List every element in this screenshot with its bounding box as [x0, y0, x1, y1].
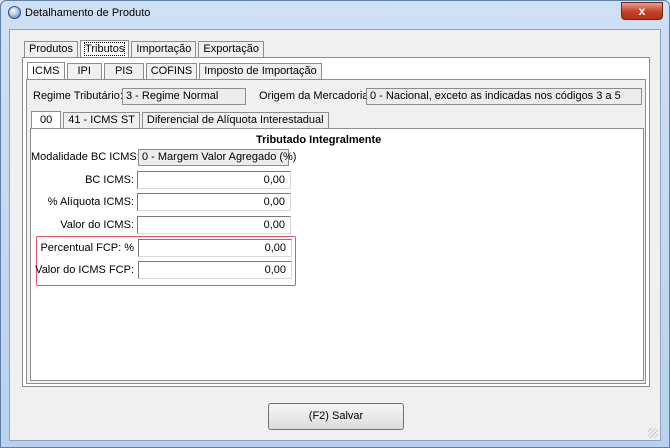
valor-fcp-input[interactable]: 0,00 — [138, 261, 292, 279]
bc-icms-input[interactable]: 0,00 — [137, 171, 291, 189]
tab-imposto-importacao[interactable]: Imposto de Importação — [199, 63, 322, 80]
tab-ipi[interactable]: IPI — [66, 63, 102, 80]
tab-label: Produtos — [29, 43, 74, 55]
tab-label: Imposto de Importação — [204, 65, 317, 77]
tax-tab-strip: ICMS IPI PIS COFINS Imposto de Importaçã… — [27, 61, 324, 81]
bc-icms-label: BC ICMS: — [85, 174, 134, 186]
tab-label: Exportação — [203, 43, 260, 55]
cst-00-panel: Tributado Integralmente Modalidade BC IC… — [30, 128, 644, 381]
tab-importacao[interactable]: Importação — [131, 41, 197, 58]
origem-field: 0 - Nacional, exceto as indicadas nos có… — [366, 88, 642, 105]
resize-grip[interactable] — [648, 428, 658, 438]
product-detail-window: Detalhamento de Produto x Produtos Tribu… — [0, 0, 670, 448]
tab-cofins[interactable]: COFINS — [145, 63, 198, 80]
tab-label: PIS — [114, 65, 133, 77]
tab-label: Tributos — [84, 42, 126, 56]
origem-label: Origem da Mercadoria: — [259, 90, 372, 102]
percentual-fcp-label: Percentual FCP: % — [40, 242, 134, 254]
tab-exportacao[interactable]: Exportação — [198, 41, 265, 58]
cst-tab-strip: 00 41 - ICMS ST Diferencial de Alíquota … — [31, 110, 331, 130]
tab-label: 41 - ICMS ST — [68, 114, 135, 126]
section-title: Tributado Integralmente — [256, 134, 382, 146]
tab-label: Importação — [136, 43, 192, 55]
regime-label: Regime Tributário: — [33, 90, 123, 102]
tab-label: IPI — [77, 65, 91, 77]
valor-fcp-label: Valor do ICMS FCP: — [35, 264, 134, 276]
aliquota-icms-input[interactable]: 0,00 — [137, 193, 291, 211]
tab-label: COFINS — [150, 65, 193, 77]
save-button[interactable]: (F2) Salvar — [268, 403, 404, 430]
percentual-fcp-input[interactable]: 0,00 — [138, 239, 292, 257]
tab-label: 00 — [40, 114, 53, 126]
tab-label: ICMS — [32, 65, 60, 77]
regime-field: 3 - Regime Normal — [122, 88, 246, 105]
window-title: Detalhamento de Produto — [25, 7, 151, 19]
close-button[interactable]: x — [621, 2, 663, 20]
valor-icms-label: Valor do ICMS: — [60, 219, 134, 231]
main-tab-strip: Produtos Tributos Importação Exportação — [24, 39, 266, 59]
tab-diferencial-aliquota[interactable]: Diferencial de Alíquota Interestadual — [141, 112, 329, 129]
tab-cst-41[interactable]: 41 - ICMS ST — [63, 112, 140, 129]
valor-icms-input[interactable]: 0,00 — [137, 216, 291, 234]
tab-produtos[interactable]: Produtos — [24, 41, 79, 58]
modalidade-label: Modalidade BC ICMS: — [31, 151, 140, 163]
title-bar[interactable]: Detalhamento de Produto x — [1, 1, 669, 25]
icms-panel: Regime Tributário: 3 - Regime Normal Ori… — [26, 79, 646, 384]
tributos-panel: ICMS IPI PIS COFINS Imposto de Importaçã… — [22, 57, 650, 387]
tab-pis[interactable]: PIS — [103, 63, 144, 80]
tab-label: Diferencial de Alíquota Interestadual — [146, 114, 324, 126]
window-client-area: Produtos Tributos Importação Exportação … — [9, 29, 661, 441]
app-icon — [8, 6, 21, 19]
modalidade-select[interactable]: 0 - Margem Valor Agregado (%) — [138, 149, 296, 166]
aliquota-icms-label: % Alíquota ICMS: — [47, 196, 134, 208]
